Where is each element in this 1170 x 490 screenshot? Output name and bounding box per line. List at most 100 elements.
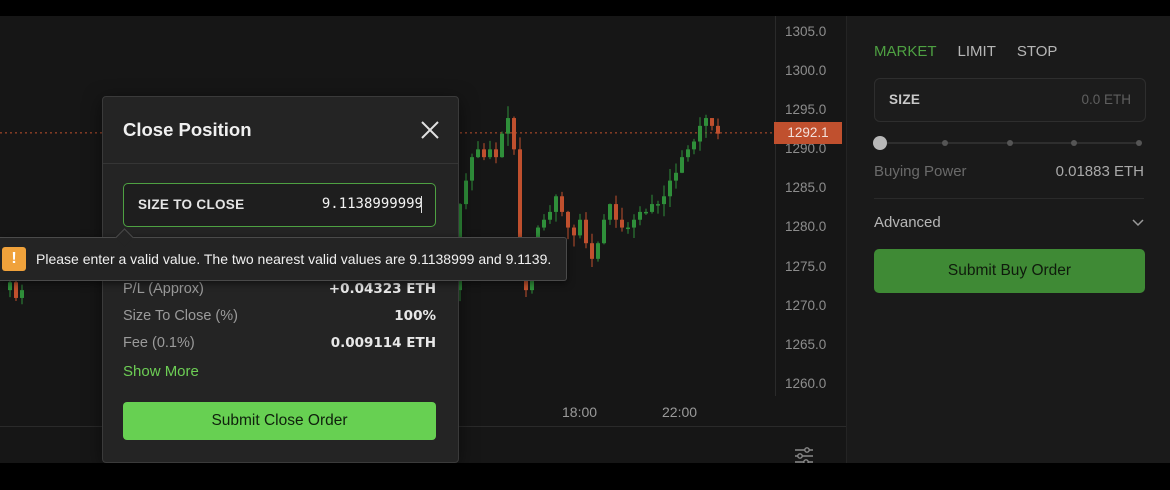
size-to-close-percent-row: Size To Close (%) 100% xyxy=(123,308,436,324)
size-to-close-input[interactable] xyxy=(283,196,423,212)
candle-body xyxy=(542,219,546,228)
buying-power-label: Buying Power xyxy=(874,163,967,180)
pl-row: P/L (Approx) +0.04323 ETH xyxy=(123,281,436,297)
size-to-close-field[interactable]: SIZE TO CLOSE xyxy=(123,183,436,227)
candle-body xyxy=(704,118,708,126)
buying-power-row: Buying Power 0.01883 ETH xyxy=(874,163,1144,180)
candle-body xyxy=(662,196,666,205)
price-tick: 1275.0 xyxy=(785,259,827,274)
tab-limit[interactable]: LIMIT xyxy=(958,43,996,60)
slider-step[interactable] xyxy=(1007,140,1013,146)
advanced-label: Advanced xyxy=(874,214,941,231)
candle-body xyxy=(626,227,630,230)
candle-body xyxy=(500,133,504,158)
close-icon[interactable] xyxy=(419,119,441,141)
pl-label: P/L (Approx) xyxy=(123,281,204,297)
submit-close-order-button[interactable]: Submit Close Order xyxy=(123,402,436,440)
candle-body xyxy=(14,282,18,298)
candle-body xyxy=(20,290,24,298)
candle-body xyxy=(578,219,582,236)
candle-body xyxy=(464,180,468,205)
warning-icon: ! xyxy=(2,247,26,271)
candle-body xyxy=(476,149,480,158)
pl-value: +0.04323 ETH xyxy=(328,281,436,297)
candle-body xyxy=(560,196,564,212)
candle-body xyxy=(548,211,552,220)
time-tick: 22:00 xyxy=(662,404,698,420)
price-axis: 1305.0 1300.0 1295.0 1290.0 1285.0 1280.… xyxy=(776,16,846,396)
text-caret xyxy=(421,196,422,213)
candle-body xyxy=(680,157,684,173)
candle-body xyxy=(638,211,642,220)
order-type-tabs: MARKET LIMIT STOP xyxy=(874,43,1057,60)
price-tick: 1300.0 xyxy=(785,63,827,78)
size-to-close-percent-label: Size To Close (%) xyxy=(123,308,238,324)
slider-step[interactable] xyxy=(1071,140,1077,146)
candle-body xyxy=(584,219,588,244)
validation-tooltip: ! Please enter a valid value. The two ne… xyxy=(0,228,567,281)
candle-body xyxy=(608,204,612,220)
candle-body xyxy=(8,282,12,291)
candle-body xyxy=(506,118,510,134)
fee-value: 0.009114 ETH xyxy=(330,335,436,351)
candle-body xyxy=(692,141,696,150)
show-more-link[interactable]: Show More xyxy=(123,363,199,380)
chevron-down-icon xyxy=(1132,214,1144,231)
price-tick: 1265.0 xyxy=(785,337,827,352)
candle-body xyxy=(710,118,714,126)
candle-body xyxy=(620,219,624,228)
slider-handle[interactable] xyxy=(873,136,887,150)
candle-body xyxy=(470,157,474,181)
fee-label: Fee (0.1%) xyxy=(123,335,195,351)
size-input[interactable] xyxy=(1011,92,1131,107)
candle-body xyxy=(716,125,720,134)
candle-body xyxy=(590,243,594,259)
candle-body xyxy=(554,196,558,212)
size-slider[interactable] xyxy=(873,136,1142,150)
current-price-label: 1292.1 xyxy=(774,122,842,144)
chart-settings-icon[interactable] xyxy=(794,446,814,463)
candle-body xyxy=(488,149,492,158)
size-to-close-label: SIZE TO CLOSE xyxy=(138,197,245,212)
price-tick: 1260.0 xyxy=(785,376,827,391)
time-tick: 18:00 xyxy=(562,404,598,420)
tab-market[interactable]: MARKET xyxy=(874,43,937,60)
candle-body xyxy=(632,219,636,228)
candle-body xyxy=(512,118,516,150)
trading-app: 1305.0 1300.0 1295.0 1290.0 1285.0 1280.… xyxy=(0,16,1170,463)
order-panel: MARKET LIMIT STOP SIZE Buying Power 0.01… xyxy=(846,16,1170,463)
slider-step[interactable] xyxy=(1136,140,1142,146)
candle-body xyxy=(656,204,660,206)
tab-stop[interactable]: STOP xyxy=(1017,43,1058,60)
price-tick: 1295.0 xyxy=(785,102,827,117)
price-tick: 1305.0 xyxy=(785,24,827,39)
modal-title: Close Position xyxy=(123,119,252,140)
candle-body xyxy=(596,243,600,259)
candle-body xyxy=(566,211,570,228)
size-to-close-percent-value: 100% xyxy=(394,308,436,324)
candle-body xyxy=(644,211,648,214)
buying-power-value: 0.01883 ETH xyxy=(1055,163,1144,180)
candle-body xyxy=(572,227,576,236)
fee-row: Fee (0.1%) 0.009114 ETH xyxy=(123,335,436,351)
candle-body xyxy=(650,204,654,212)
price-tick: 1285.0 xyxy=(785,180,827,195)
price-tick: 1270.0 xyxy=(785,298,827,313)
submit-buy-order-button[interactable]: Submit Buy Order xyxy=(874,249,1145,293)
candle-body xyxy=(698,125,702,142)
price-tick: 1280.0 xyxy=(785,219,827,234)
candle-body xyxy=(494,149,498,158)
size-field[interactable]: SIZE xyxy=(874,78,1146,122)
candle-body xyxy=(614,204,618,220)
modal-header: Close Position xyxy=(103,97,458,164)
size-label: SIZE xyxy=(889,92,921,107)
tooltip-message: Please enter a valid value. The two near… xyxy=(36,251,552,267)
divider xyxy=(874,198,1144,199)
candle-body xyxy=(674,172,678,181)
slider-step[interactable] xyxy=(942,140,948,146)
candle-body xyxy=(668,180,672,197)
candle-body xyxy=(602,219,606,244)
advanced-toggle[interactable]: Advanced xyxy=(874,214,1144,231)
candle-body xyxy=(686,149,690,158)
candle-body xyxy=(482,149,486,158)
